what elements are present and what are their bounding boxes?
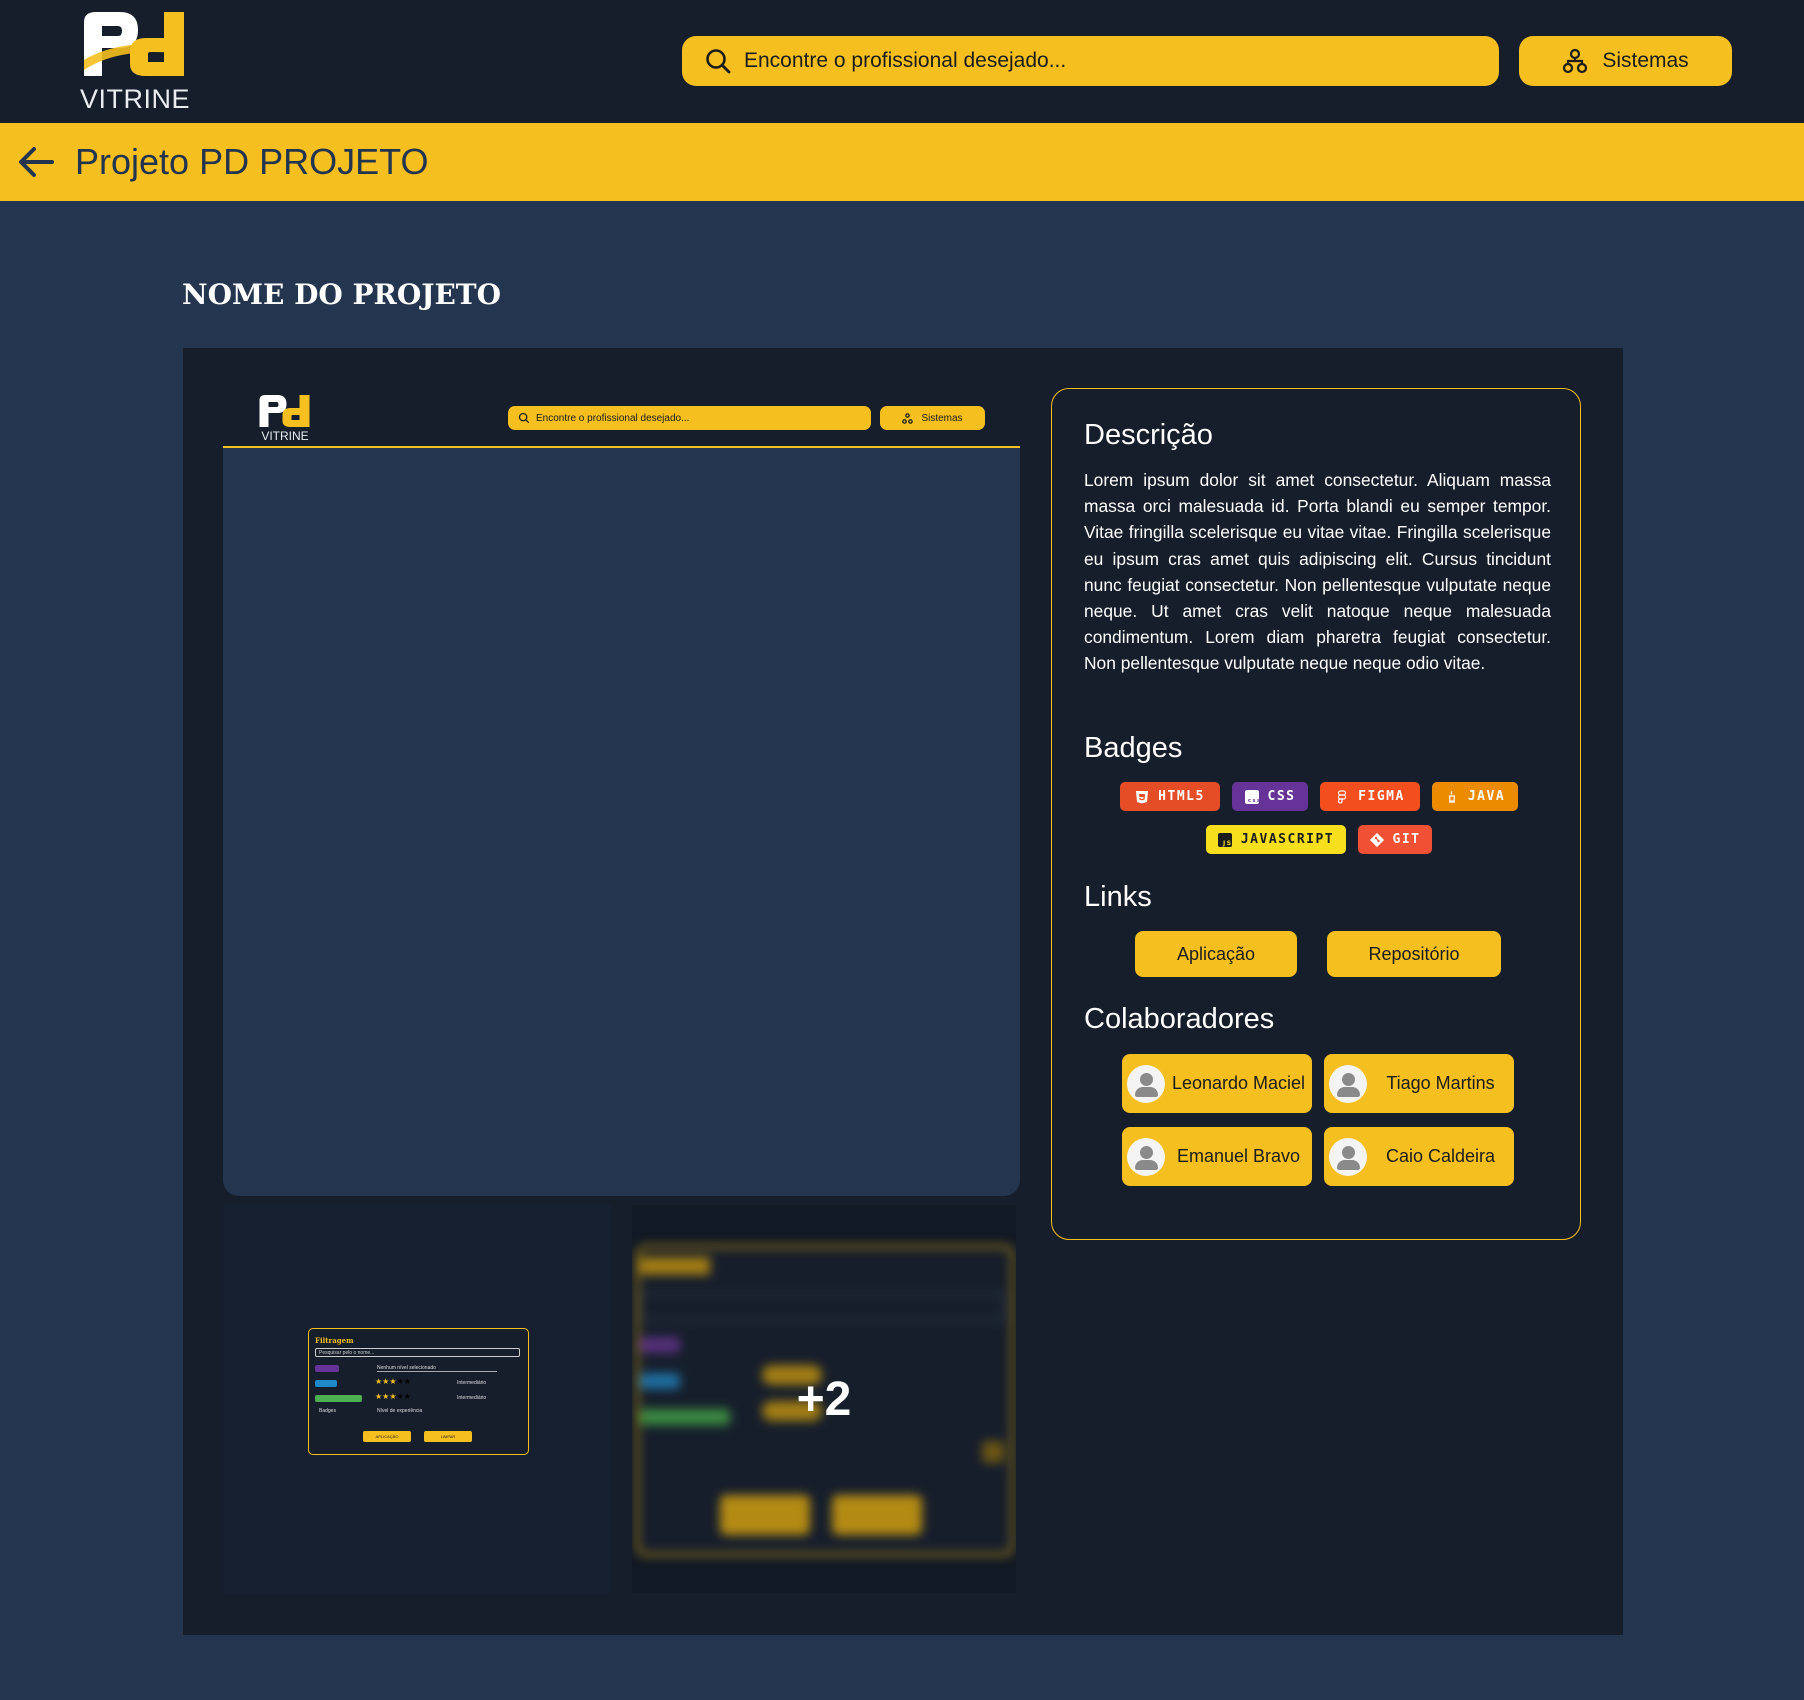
project-panel: VITRINE Encontre o profissional desejado… [183,348,1623,1635]
badge-java: JAVA [1432,782,1518,811]
search-icon [518,412,530,424]
badge-css: css CSS [1232,782,1308,811]
avatar-user-icon [1127,1064,1165,1103]
badge-label: JAVASCRIPT [1240,832,1335,847]
network-icon [1563,48,1588,74]
network-icon [902,412,914,424]
git-icon [1369,832,1384,847]
html5-icon [1136,790,1149,803]
collaborator-card[interactable]: Tiago Martins [1324,1054,1514,1113]
thumb-clear-button: LIMPAR [424,1431,472,1442]
thumb-level-select: Nenhum nível selecionado [377,1365,497,1372]
thumb-star-rating: ★★★★★ [375,1392,411,1401]
thumb-experience-select: Nível de experiência [377,1408,423,1414]
badge-label: GIT [1392,832,1421,847]
top-navbar: VITRINE Encontre o profissional desejado… [0,0,1804,123]
badges-heading: Badges [1084,732,1183,764]
more-images-count: +2 [796,1372,852,1426]
arrow-left-icon[interactable] [16,143,56,181]
java-cup-icon [1448,790,1456,803]
thumb-apply-button: APLICAÇÃO [363,1431,411,1442]
thumbnail-filter-screenshot: Filtragem Pesquisar pelo o nome... Nenhu… [308,1328,529,1455]
preview-logo: VITRINE [257,393,313,443]
css3-icon: css [1244,789,1259,804]
preview-systems-button: Sistemas [880,406,985,430]
avatar-user-icon [1329,1137,1367,1176]
badge-git: GIT [1358,825,1432,854]
thumb-level-text: Intermediário [457,1380,487,1386]
page-title: Projeto PD PROJETO [75,141,429,182]
gallery-thumbnail[interactable]: Filtragem Pesquisar pelo o nome... Nenhu… [223,1205,611,1593]
collaborator-name: Emanuel Bravo [1176,1146,1301,1166]
repository-link-button[interactable]: Repositório [1327,931,1501,977]
logo-text: VITRINE [80,84,191,114]
preview-logo-text: VITRINE [261,429,309,443]
badge-figma: FIGMA [1320,782,1420,811]
systems-button[interactable]: Sistemas [1519,36,1732,86]
thumb-search: Pesquisar pelo o nome... [315,1348,520,1357]
thumb-star-rating: ★★★★★ [375,1377,411,1386]
project-info-card: Descrição Lorem ipsum dolor sit amet con… [1051,388,1581,1240]
badge-label: JAVA [1467,789,1506,804]
collaborator-name: Caio Caldeira [1385,1146,1496,1166]
svg-text:css: css [1248,798,1259,804]
svg-text:JS: JS [1222,840,1232,847]
badge-label: CSS [1267,789,1296,804]
preview-search: Encontre o profissional desejado... [508,406,871,430]
page-title-bar: Projeto PD PROJETO [0,123,1804,201]
description-heading: Descrição [1084,419,1213,451]
pd-logo-icon [84,12,184,76]
pd-logo-icon [259,395,310,427]
project-name-heading: NOME DO PROJETO [182,278,502,311]
collaborator-name: Tiago Martins [1386,1073,1495,1093]
search-placeholder: Encontre o profissional desejado... [744,49,1067,72]
thumb-title: Filtragem [315,1336,354,1345]
avatar-user-icon [1329,1064,1367,1103]
gallery-more-thumbnail[interactable]: +2 [632,1205,1016,1593]
badge-label: HTML5 [1158,789,1205,804]
links-heading: Links [1084,881,1152,913]
vitrine-logo[interactable]: VITRINE [80,8,191,114]
thumb-level-text: Intermediário [457,1395,487,1401]
figma-icon [1338,789,1347,804]
description-text: Lorem ipsum dolor sit amet consectetur. … [1084,470,1551,674]
collaborator-card[interactable]: Emanuel Bravo [1122,1127,1312,1186]
javascript-icon: JS [1217,832,1232,847]
search-icon [706,49,731,74]
collaborator-name: Leonardo Maciel [1171,1073,1306,1093]
collaborators-heading: Colaboradores [1084,1003,1275,1035]
thumb-badge-chip [315,1395,362,1402]
preview-systems-label: Sistemas [921,412,963,424]
systems-label: Sistemas [1602,49,1689,72]
preview-navbar: VITRINE Encontre o profissional desejado… [223,388,1020,448]
badge-label: FIGMA [1358,789,1405,804]
preview-search-placeholder: Encontre o profissional desejado... [536,412,690,424]
main-preview-image[interactable]: VITRINE Encontre o profissional desejado… [223,388,1020,1196]
avatar-user-icon [1127,1137,1165,1176]
thumb-badge-chip [315,1365,339,1372]
thumb-badges-select: Badges [319,1408,336,1414]
search-input[interactable]: Encontre o profissional desejado... [682,36,1499,86]
badge-html5: HTML5 [1120,782,1220,811]
thumb-badge-chip [315,1380,337,1387]
collaborator-card[interactable]: Leonardo Maciel [1122,1054,1312,1113]
collaborator-card[interactable]: Caio Caldeira [1324,1127,1514,1186]
application-link-button[interactable]: Aplicação [1135,931,1297,977]
badge-javascript: JS JAVASCRIPT [1206,825,1346,854]
